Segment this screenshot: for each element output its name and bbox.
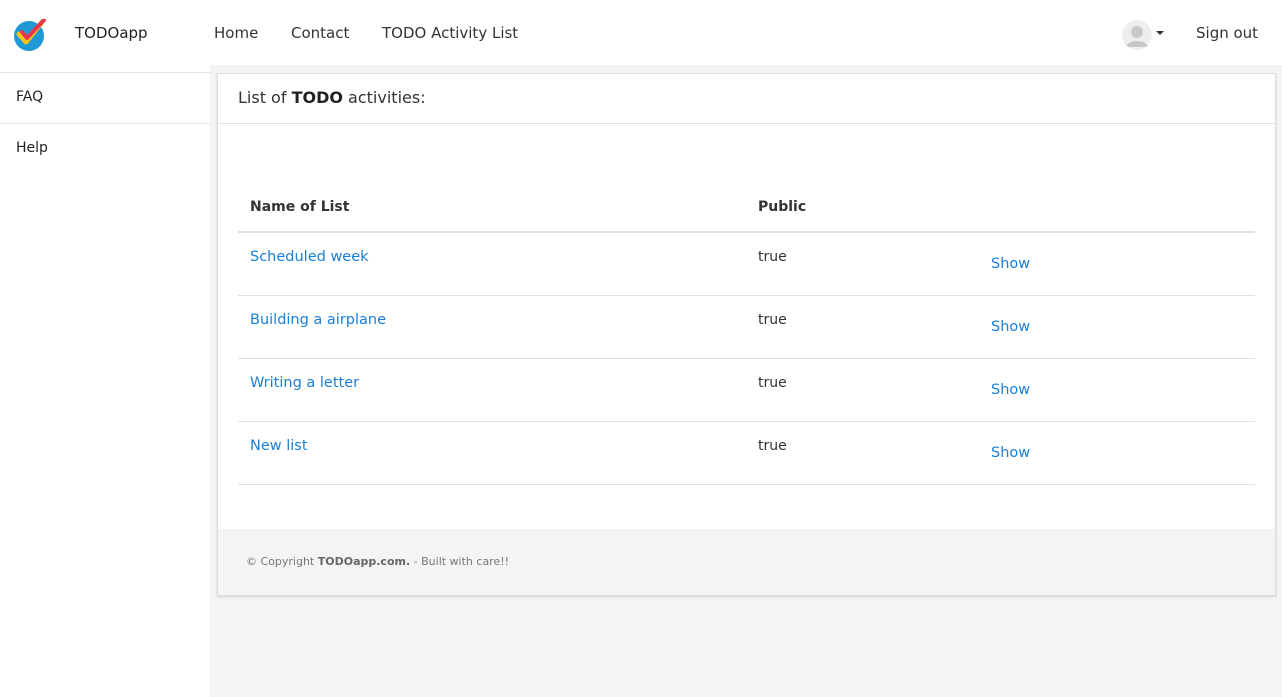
show-link[interactable]: Show bbox=[991, 445, 1030, 461]
list-name-link[interactable]: Writing a letter bbox=[250, 375, 359, 391]
sidebar-item-label: Help bbox=[16, 140, 48, 156]
footer: © Copyright TODOapp.com. - Built with ca… bbox=[218, 529, 1275, 595]
sign-out-link[interactable]: Sign out bbox=[1196, 24, 1258, 42]
list-name-link[interactable]: New list bbox=[250, 438, 308, 454]
top-navbar: TODOapp Home Contact TODO Activity List … bbox=[0, 0, 1282, 65]
table-row: Building a airplane true Show bbox=[238, 296, 1255, 359]
table-row: New list true Show bbox=[238, 422, 1255, 485]
public-value: true bbox=[758, 312, 787, 328]
brand-name[interactable]: TODOapp bbox=[75, 24, 148, 42]
copyright-text: © Copyright TODOapp.com. - Built with ca… bbox=[246, 555, 510, 568]
public-value: true bbox=[758, 375, 787, 391]
public-value: true bbox=[758, 438, 787, 454]
sidebar-item-label: FAQ bbox=[16, 89, 44, 105]
table-row: Writing a letter true Show bbox=[238, 359, 1255, 422]
nav-home-link[interactable]: Home bbox=[214, 24, 258, 42]
sidebar-item-faq[interactable]: FAQ bbox=[0, 72, 210, 123]
show-link[interactable]: Show bbox=[991, 382, 1030, 398]
list-name-link[interactable]: Scheduled week bbox=[250, 249, 369, 265]
check-logo-icon[interactable] bbox=[13, 18, 46, 51]
avatar bbox=[1122, 20, 1152, 50]
show-link[interactable]: Show bbox=[991, 319, 1030, 335]
sidebar-item-help[interactable]: Help bbox=[0, 123, 210, 174]
sidebar: FAQ Help bbox=[0, 65, 210, 697]
column-header-name: Name of List bbox=[250, 199, 350, 215]
show-link[interactable]: Show bbox=[991, 256, 1030, 272]
column-header-public: Public bbox=[758, 199, 807, 215]
list-name-link[interactable]: Building a airplane bbox=[250, 312, 386, 328]
page-title: List of TODO activities: bbox=[238, 88, 426, 107]
table-row: Scheduled week true Show bbox=[238, 233, 1255, 296]
caret-down-icon bbox=[1156, 31, 1164, 35]
public-value: true bbox=[758, 249, 787, 265]
nav-todo-activity-list-link[interactable]: TODO Activity List bbox=[382, 24, 518, 42]
card-header: List of TODO activities: bbox=[218, 74, 1275, 124]
user-menu-dropdown[interactable] bbox=[1122, 20, 1166, 50]
todo-lists-card: List of TODO activities: Name of List Pu… bbox=[217, 73, 1276, 596]
nav-contact-link[interactable]: Contact bbox=[291, 24, 349, 42]
